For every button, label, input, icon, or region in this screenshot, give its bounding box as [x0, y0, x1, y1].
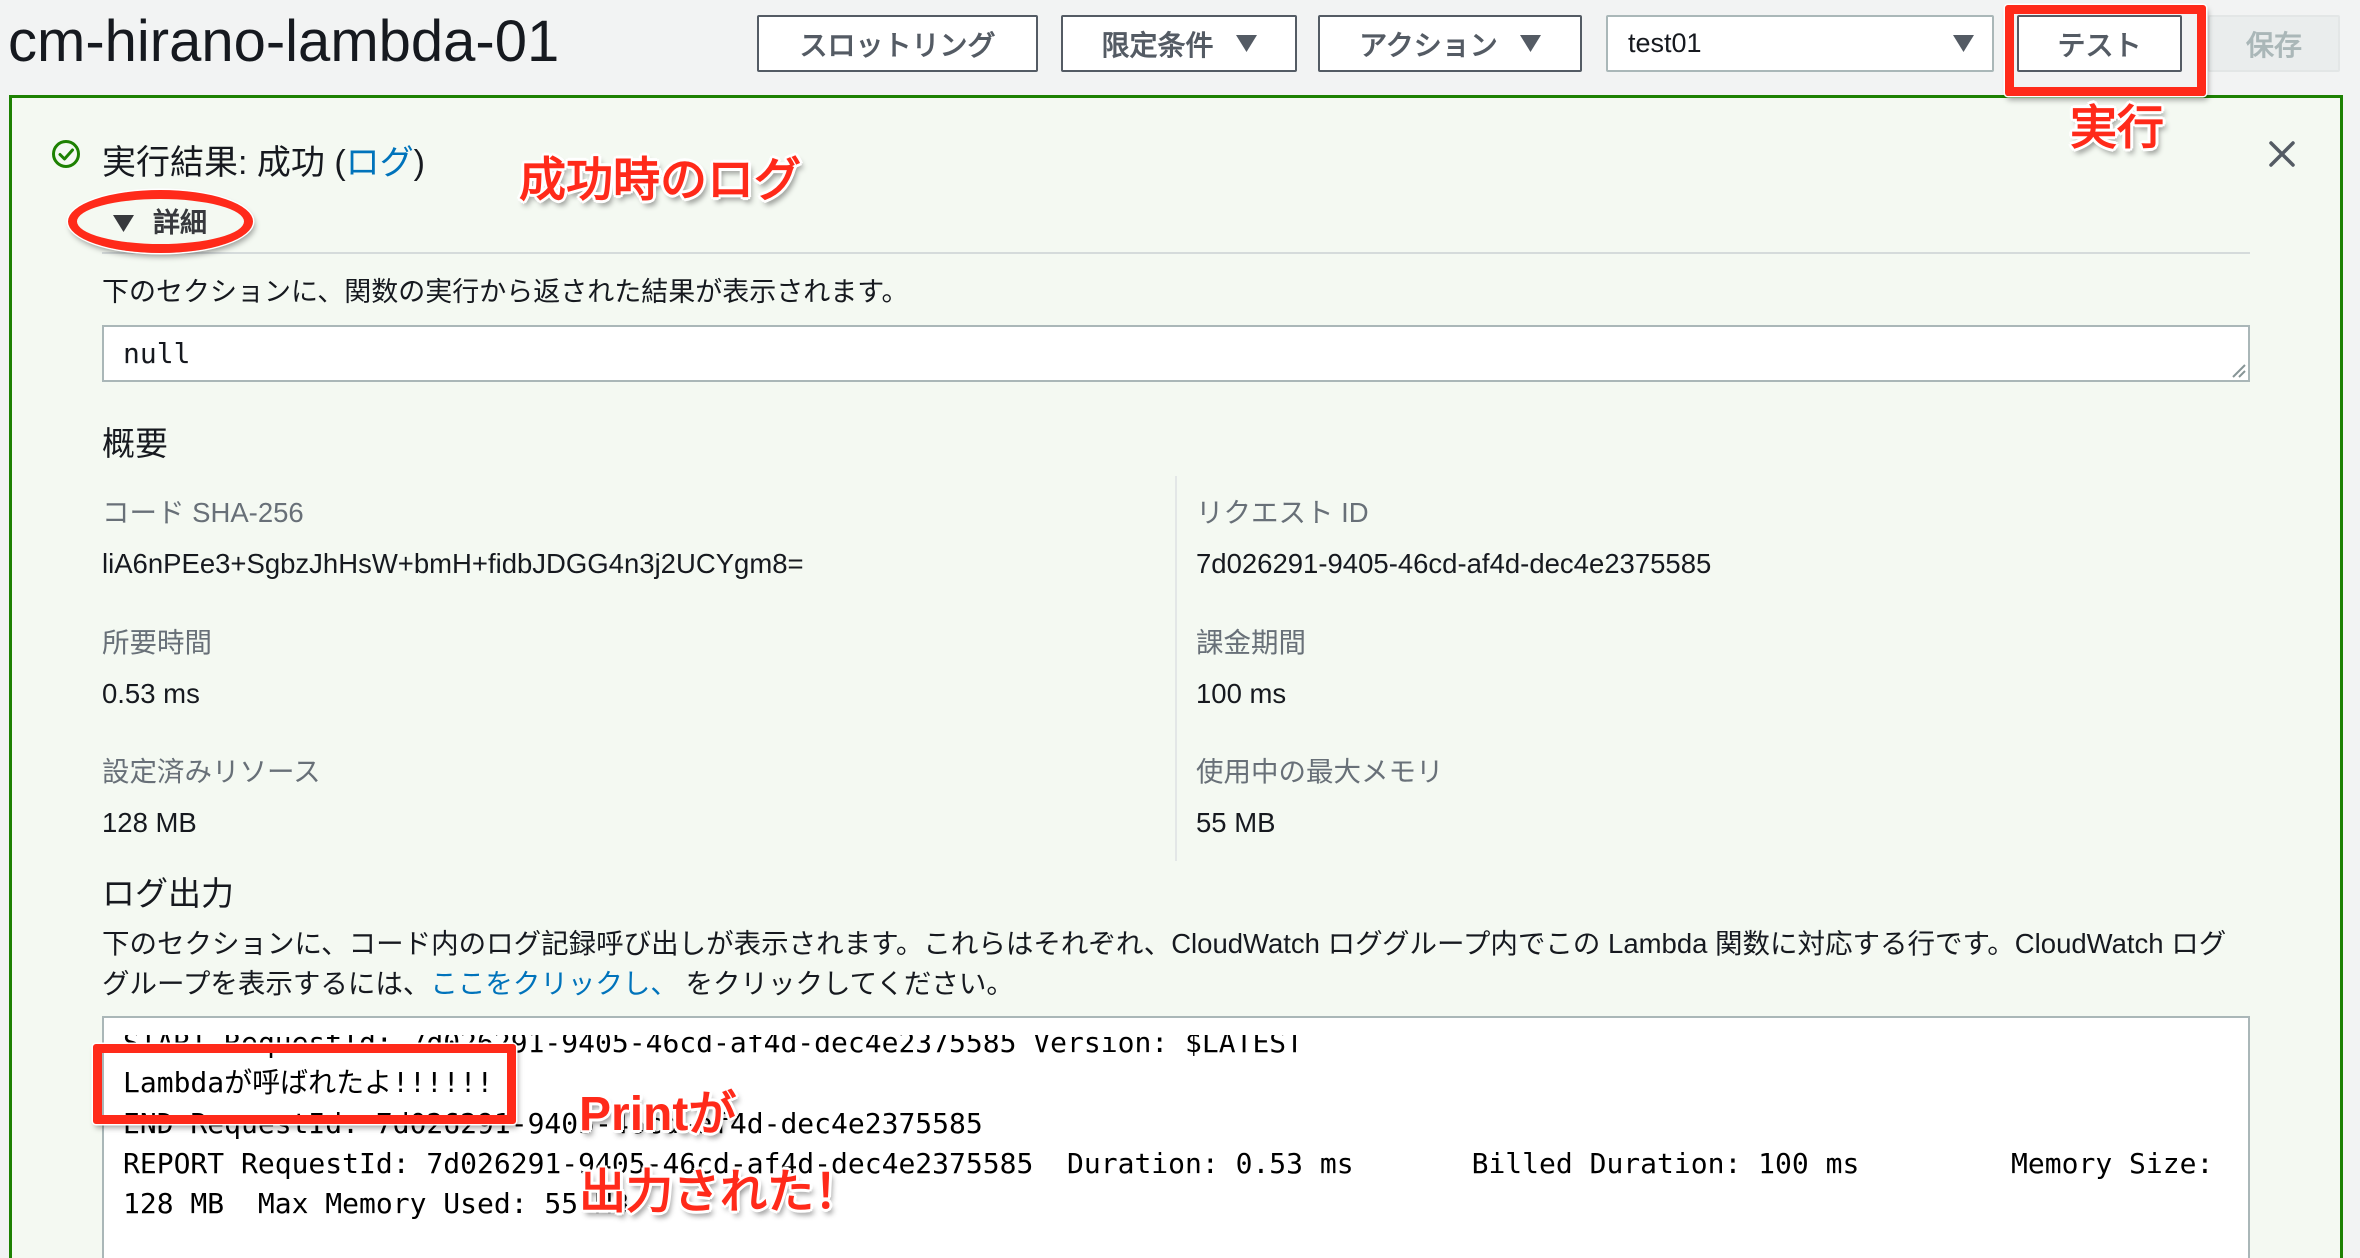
max-memory-used-label: 使用中の最大メモリ	[1196, 756, 1444, 787]
save-button[interactable]: 保存	[2208, 15, 2340, 72]
actions-dropdown-button[interactable]: アクション	[1318, 15, 1582, 72]
resize-handle-icon[interactable]	[2230, 362, 2246, 378]
duration-label: 所要時間	[102, 627, 212, 658]
return-value-description: 下のセクションに、関数の実行から返された結果が表示されます。	[102, 277, 909, 307]
check-circle-icon	[52, 140, 80, 168]
result-status-suffix: )	[413, 144, 425, 182]
actions-button-label: アクション	[1359, 29, 1498, 61]
return-value-text: null	[123, 337, 191, 370]
return-value-textarea[interactable]: null	[102, 325, 2250, 382]
billed-duration-value: 100 ms	[1196, 678, 1287, 709]
function-title: cm-hirano-lambda-01	[8, 9, 560, 74]
throttle-button-label: スロットリング	[799, 29, 996, 61]
summary-heading: 概要	[102, 425, 168, 462]
log-line: REPORT RequestId: 7d026291-9405-46cd-af4…	[123, 1146, 2214, 1180]
log-output-heading: ログ出力	[102, 875, 234, 912]
request-id-label: リクエスト ID	[1196, 497, 1369, 528]
log-output-description: 下のセクションに、コード内のログ記録呼び出しが表示されます。これらはそれぞれ、C…	[102, 924, 2250, 1004]
annotation-ellipse-details	[68, 190, 253, 253]
log-description-text-end: をクリックしてください。	[677, 968, 1014, 999]
test-event-select[interactable]: test01	[1606, 15, 1994, 72]
code-sha-label: コード SHA-256	[102, 497, 304, 528]
request-id-value: 7d026291-9405-46cd-af4d-dec4e2375585	[1196, 548, 1712, 579]
caret-down-icon	[1235, 35, 1257, 52]
code-sha-value: liA6nPEe3+SgbzJhHsW+bmH+fidbJDGG4n3j2UCY…	[102, 548, 804, 579]
close-icon[interactable]	[2266, 138, 2298, 170]
log-line: 128 MB Max Memory Used: 55 MB	[123, 1187, 629, 1221]
cloudwatch-log-link[interactable]: ここをクリックし、	[430, 968, 678, 999]
annotation-print-label: Printが	[579, 1088, 737, 1141]
annotation-run-label: 実行	[2070, 101, 2164, 154]
configured-resources-label: 設定済みリソース	[102, 756, 321, 787]
caret-down-icon	[1953, 35, 1974, 52]
annotation-output-label: 出力された！	[579, 1165, 861, 1218]
configured-resources-value: 128 MB	[102, 807, 197, 838]
throttle-button[interactable]: スロットリング	[757, 15, 1038, 72]
qualifier-dropdown-button[interactable]: 限定条件	[1061, 15, 1297, 72]
log-description-text: 下のセクションに、コード内のログ記録呼び出しが表示されます。これらはそれぞれ、C…	[102, 928, 2227, 999]
annotation-box-test-button	[2005, 5, 2206, 96]
max-memory-used-value: 55 MB	[1196, 807, 1276, 838]
annotation-success-log-label: 成功時のログ	[519, 153, 801, 206]
billed-duration-label: 課金期間	[1196, 627, 1306, 658]
result-status-text: 実行結果: 成功 (	[102, 144, 346, 182]
summary-column-divider	[1175, 476, 1177, 861]
result-log-link[interactable]: ログ	[346, 144, 414, 182]
caret-down-icon	[1519, 35, 1541, 52]
qualifier-button-label: 限定条件	[1101, 29, 1214, 61]
test-event-selected-value: test01	[1628, 28, 1702, 58]
details-divider	[102, 252, 2250, 254]
save-button-label: 保存	[2245, 29, 2302, 61]
execution-result-title: 実行結果: 成功 (ログ)	[102, 143, 425, 183]
annotation-box-print-line	[93, 1044, 516, 1124]
duration-value: 0.53 ms	[102, 678, 200, 709]
